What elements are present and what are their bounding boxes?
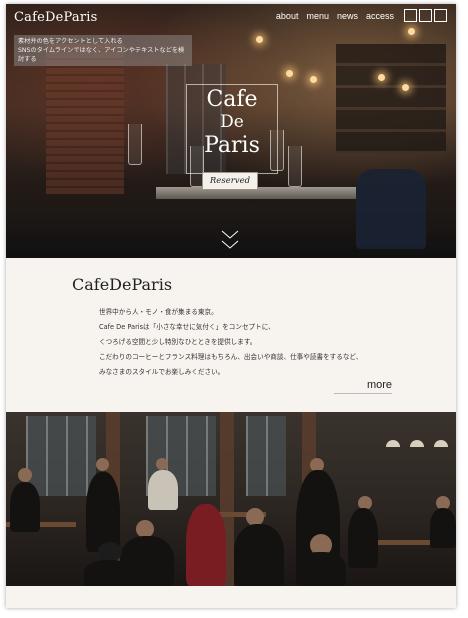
about-title: CafeDeParis — [72, 275, 173, 294]
hero-title-line: Cafe — [206, 87, 258, 112]
hero-brick-wall — [46, 44, 124, 194]
hero-lamp — [310, 76, 317, 83]
photo-person — [296, 552, 346, 586]
photo-person — [84, 560, 134, 586]
interior-photo — [6, 412, 456, 586]
photo-person-head — [98, 542, 122, 562]
hero-section: CafeDeParis about menu news access 素材弁の色… — [6, 4, 456, 258]
hero-lamp — [378, 74, 385, 81]
photo-lamp — [434, 440, 448, 447]
nav-item-access[interactable]: access — [366, 11, 394, 21]
hero-wine-glass — [288, 146, 302, 187]
site-logo[interactable]: CafeDeParis — [14, 10, 97, 25]
hero-wine-glass — [128, 124, 142, 165]
hero-chair — [356, 169, 426, 249]
photo-window — [26, 416, 96, 496]
photo-person-head — [18, 468, 32, 482]
photo-lamp — [386, 440, 400, 447]
photo-person — [186, 504, 226, 586]
square-icon[interactable] — [434, 9, 447, 22]
photo-person-head — [156, 458, 168, 470]
hero-lamp — [402, 84, 409, 91]
about-line: くつろげる空間と少し特別なひとときを提供します。 — [99, 338, 257, 346]
nav-item-menu[interactable]: menu — [306, 11, 329, 21]
chevron-down-icon[interactable] — [221, 230, 239, 239]
about-description: 世界中から人・モノ・食が集まる東京。 Cafe De Parisは「小さな幸せに… — [99, 305, 399, 380]
square-icon[interactable] — [404, 9, 417, 22]
photo-person — [234, 524, 284, 586]
square-icon[interactable] — [419, 9, 432, 22]
photo-person — [148, 470, 178, 510]
about-line: みなさまのスタイルでお楽しみください。 — [99, 368, 225, 376]
page-frame: CafeDeParis about menu news access 素材弁の色… — [6, 4, 456, 608]
hero-shelf — [336, 44, 446, 154]
photo-window — [246, 416, 286, 496]
page-footer — [6, 586, 456, 608]
reserved-sign: Reserved — [202, 172, 258, 190]
more-link[interactable]: more — [334, 379, 392, 394]
photo-person — [10, 482, 40, 532]
hero-title: Cafe De Paris — [186, 88, 278, 157]
design-note-line: 素材弁の色をアクセントとして入れる — [18, 38, 123, 45]
design-note-line: SNSのタイムラインではなく、アイコンやテキストなどを検討する — [18, 47, 185, 63]
photo-person — [430, 508, 456, 548]
photo-person — [86, 472, 120, 552]
nav-item-about[interactable]: about — [276, 11, 299, 21]
photo-lamp — [410, 440, 424, 447]
photo-person-head — [96, 458, 109, 471]
hero-title-line: De — [220, 112, 244, 132]
chevron-down-icon[interactable] — [221, 240, 239, 249]
hero-lamp — [408, 28, 415, 35]
photo-person — [348, 508, 378, 568]
hero-title-line: Paris — [204, 133, 260, 158]
design-note: 素材弁の色をアクセントとして入れる SNSのタイムラインではなく、アイコンやテキ… — [14, 35, 192, 66]
about-section: CafeDeParis 世界中から人・モノ・食が集まる東京。 Cafe De P… — [6, 258, 456, 412]
about-line: 世界中から人・モノ・食が集まる東京。 — [99, 308, 218, 316]
hero-lamp — [286, 70, 293, 77]
nav-item-news[interactable]: news — [337, 11, 358, 21]
main-nav: about menu news access — [276, 11, 394, 21]
about-line: こだわりのコーヒーとフランス料理はもちろん、出会いや商談、仕事や読書をするなど、 — [99, 353, 363, 361]
hero-lamp — [256, 36, 263, 43]
about-line: Cafe De Parisは「小さな幸せに気付く」をコンセプトに、 — [99, 323, 275, 331]
